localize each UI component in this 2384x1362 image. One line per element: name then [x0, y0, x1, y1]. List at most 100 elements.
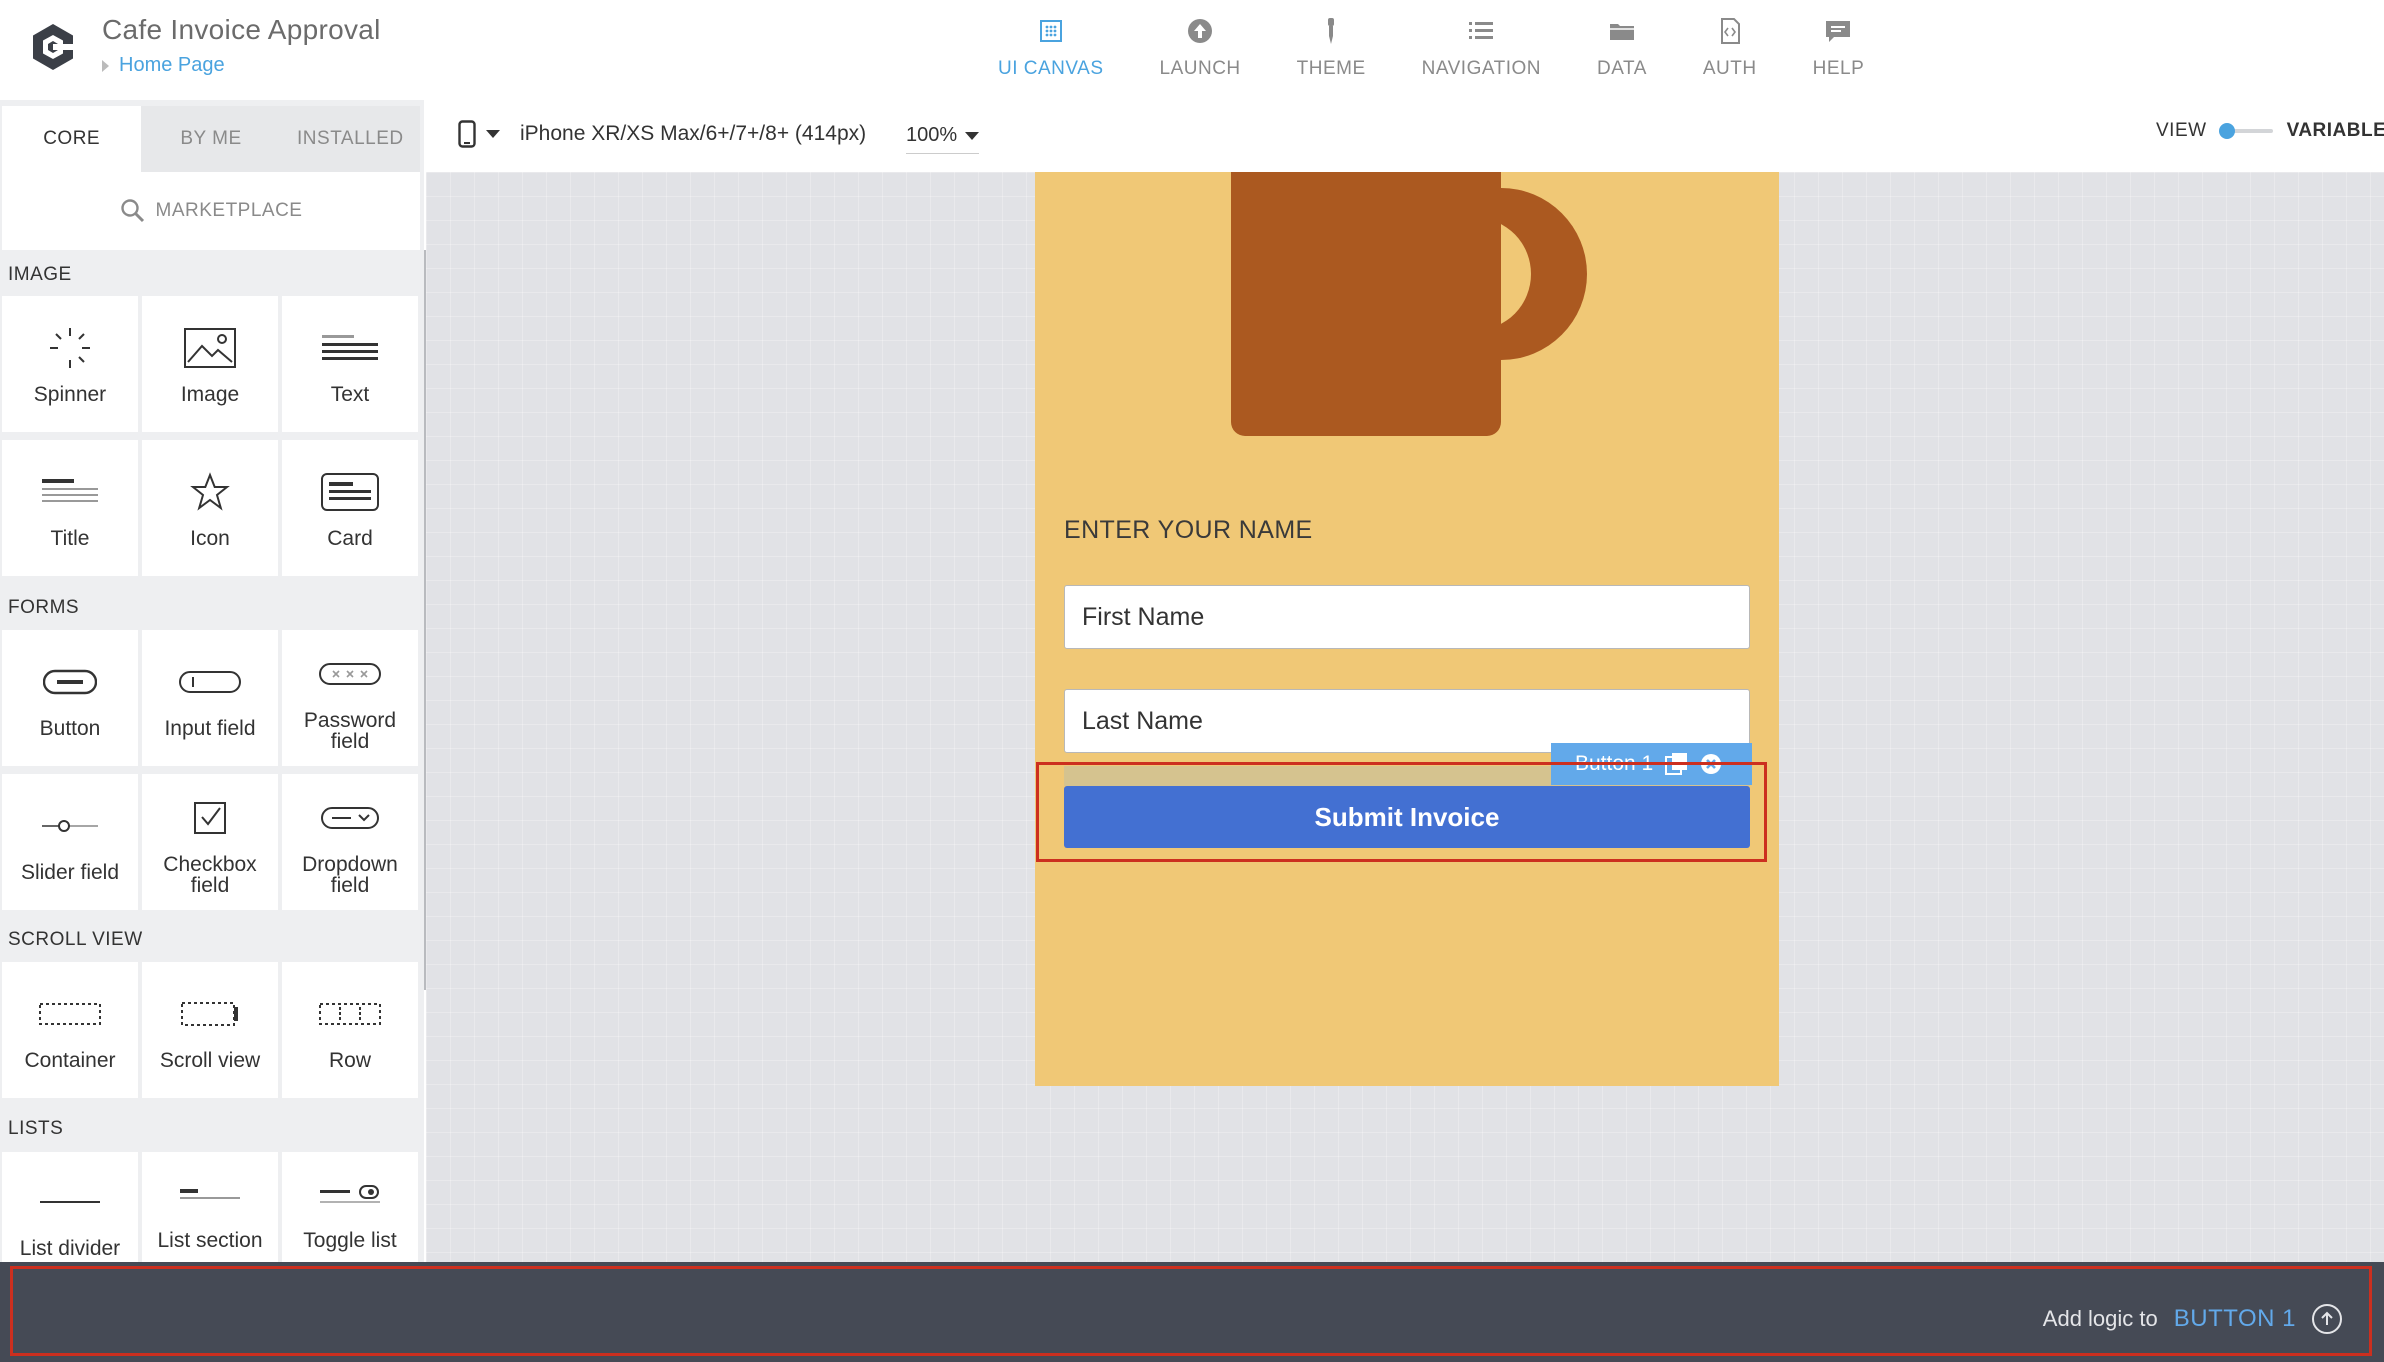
component-label: Checkbox field — [163, 853, 257, 897]
component-password-field[interactable]: Password field — [282, 630, 418, 766]
component-scroll-view[interactable]: Scroll view — [142, 962, 278, 1098]
screen-heading[interactable]: ENTER YOUR NAME — [1064, 516, 1313, 545]
component-title[interactable]: Title — [2, 440, 138, 576]
tab-core[interactable]: CORE — [2, 106, 142, 172]
nav-launch[interactable]: LAUNCH — [1160, 0, 1241, 100]
logic-bar[interactable] — [0, 1262, 2384, 1362]
component-list-section[interactable]: List section — [142, 1152, 278, 1270]
component-spinner[interactable]: Spinner — [2, 296, 138, 432]
theme-icon — [1328, 18, 1335, 44]
component-button[interactable]: Button — [2, 630, 138, 766]
nav-label: LAUNCH — [1159, 58, 1241, 79]
selected-component-tag[interactable]: Button 1 — [1551, 743, 1752, 785]
dropdown-field-icon — [321, 807, 379, 829]
breadcrumb[interactable]: Home Page — [102, 54, 225, 77]
nav-label: UI CANVAS — [998, 58, 1104, 79]
nav-theme[interactable]: THEME — [1297, 0, 1366, 100]
phone-screen: ENTER YOUR NAME First Name Last Name Sub… — [1035, 172, 1779, 1086]
component-input-field[interactable]: Input field — [142, 630, 278, 766]
component-dropdown-field[interactable]: Dropdown field — [282, 774, 418, 910]
checkbox-icon — [194, 802, 226, 834]
zoom-value: 100% — [906, 124, 958, 146]
component-label: Image — [180, 383, 240, 406]
component-list-divider[interactable]: List divider — [2, 1152, 138, 1270]
breadcrumb-caret-icon — [102, 59, 109, 72]
component-label: List section — [157, 1229, 263, 1252]
variables-label[interactable]: VARIABLES — [2287, 120, 2384, 142]
nav-data[interactable]: DATA — [1597, 0, 1647, 100]
chevron-down-icon — [965, 131, 980, 140]
component-label: Card — [327, 527, 373, 550]
selected-component-name: Button 1 — [1575, 752, 1654, 775]
device-label: iPhone XR/XS Max/6+/7+/8+ (414px) — [520, 122, 867, 145]
component-label: Icon — [190, 527, 230, 550]
expand-up-icon[interactable] — [2312, 1304, 2342, 1334]
app-title: Cafe Invoice Approval — [102, 14, 381, 45]
component-icon[interactable]: Icon — [142, 440, 278, 576]
component-checkbox-field[interactable]: Checkbox field — [142, 774, 278, 910]
navigation-icon — [1469, 22, 1494, 39]
tab-by-me[interactable]: BY ME — [141, 106, 280, 172]
first-name-input[interactable]: First Name — [1064, 585, 1750, 649]
duplicate-icon[interactable] — [1663, 750, 1691, 778]
card-icon — [321, 473, 379, 511]
password-field-icon — [319, 663, 381, 685]
ui-canvas[interactable]: ENTER YOUR NAME First Name Last Name Sub… — [426, 172, 2384, 1270]
data-icon — [1609, 24, 1634, 40]
switch-knob — [2218, 123, 2235, 139]
launch-icon — [1188, 19, 1213, 43]
component-text[interactable]: Text — [282, 296, 418, 432]
component-card[interactable]: Card — [282, 440, 418, 576]
component-panel: CORE BY ME INSTALLED MARKETPLACE IMAGE S… — [0, 100, 424, 1270]
component-label: Spinner — [33, 383, 107, 406]
component-row[interactable]: Row — [282, 962, 418, 1098]
nav-help[interactable]: HELP — [1813, 0, 1865, 100]
component-image[interactable]: Image — [142, 296, 278, 432]
submit-invoice-button[interactable]: Submit Invoice — [1064, 786, 1750, 848]
nav-ui-canvas[interactable]: UI CANVAS — [998, 0, 1104, 100]
ui-canvas-icon — [1039, 20, 1062, 42]
top-navigation: UI CANVAS LAUNCH THEME NAVIGATION DATA A… — [970, 0, 1892, 100]
panel-tabs: CORE BY ME INSTALLED — [2, 106, 420, 172]
component-label: Text — [330, 383, 370, 406]
row-icon — [319, 1003, 381, 1025]
breadcrumb-page[interactable]: Home Page — [119, 54, 225, 77]
component-toggle-list[interactable]: Toggle list — [282, 1152, 418, 1270]
marketplace-button[interactable]: MARKETPLACE — [2, 172, 420, 250]
nav-auth[interactable]: AUTH — [1703, 0, 1757, 100]
toggle-list-icon — [320, 1185, 380, 1203]
chevron-down-icon — [486, 130, 500, 138]
component-label: Container — [24, 1049, 116, 1072]
section-forms: FORMS — [8, 597, 80, 618]
last-name-placeholder: Last Name — [1082, 706, 1203, 735]
view-label: VIEW — [2156, 120, 2207, 141]
text-icon — [322, 335, 378, 360]
first-name-placeholder: First Name — [1082, 602, 1205, 631]
input-field-icon — [179, 671, 241, 693]
help-icon — [1826, 21, 1851, 42]
arrow-up-icon — [2321, 1311, 2333, 1325]
delete-icon[interactable] — [1699, 752, 1723, 776]
coffee-mug-image[interactable] — [1231, 172, 1501, 436]
section-image: IMAGE — [8, 264, 72, 285]
logic-target[interactable]: BUTTON 1 — [2174, 1305, 2296, 1333]
add-logic-label: Add logic to — [2042, 1306, 2158, 1331]
device-selector[interactable]: iPhone XR/XS Max/6+/7+/8+ (414px) — [458, 120, 866, 148]
component-slider-field[interactable]: Slider field — [2, 774, 138, 910]
component-container[interactable]: Container — [2, 962, 138, 1098]
component-label: List divider — [19, 1237, 121, 1260]
component-label: Title — [50, 527, 90, 550]
nav-label: THEME — [1296, 58, 1366, 79]
component-label: Toggle list — [303, 1229, 397, 1252]
view-switch[interactable] — [2218, 123, 2273, 139]
nav-navigation[interactable]: NAVIGATION — [1422, 0, 1541, 100]
list-divider-icon — [40, 1201, 100, 1203]
title-icon — [42, 479, 98, 502]
section-scroll-view: SCROLL VIEW — [8, 929, 143, 950]
zoom-selector[interactable]: 100% — [906, 124, 980, 154]
tab-installed[interactable]: INSTALLED — [281, 106, 420, 172]
spinner-icon — [50, 328, 90, 368]
section-lists: LISTS — [8, 1118, 64, 1139]
app-logo[interactable] — [28, 22, 78, 72]
list-section-icon — [180, 1189, 240, 1199]
